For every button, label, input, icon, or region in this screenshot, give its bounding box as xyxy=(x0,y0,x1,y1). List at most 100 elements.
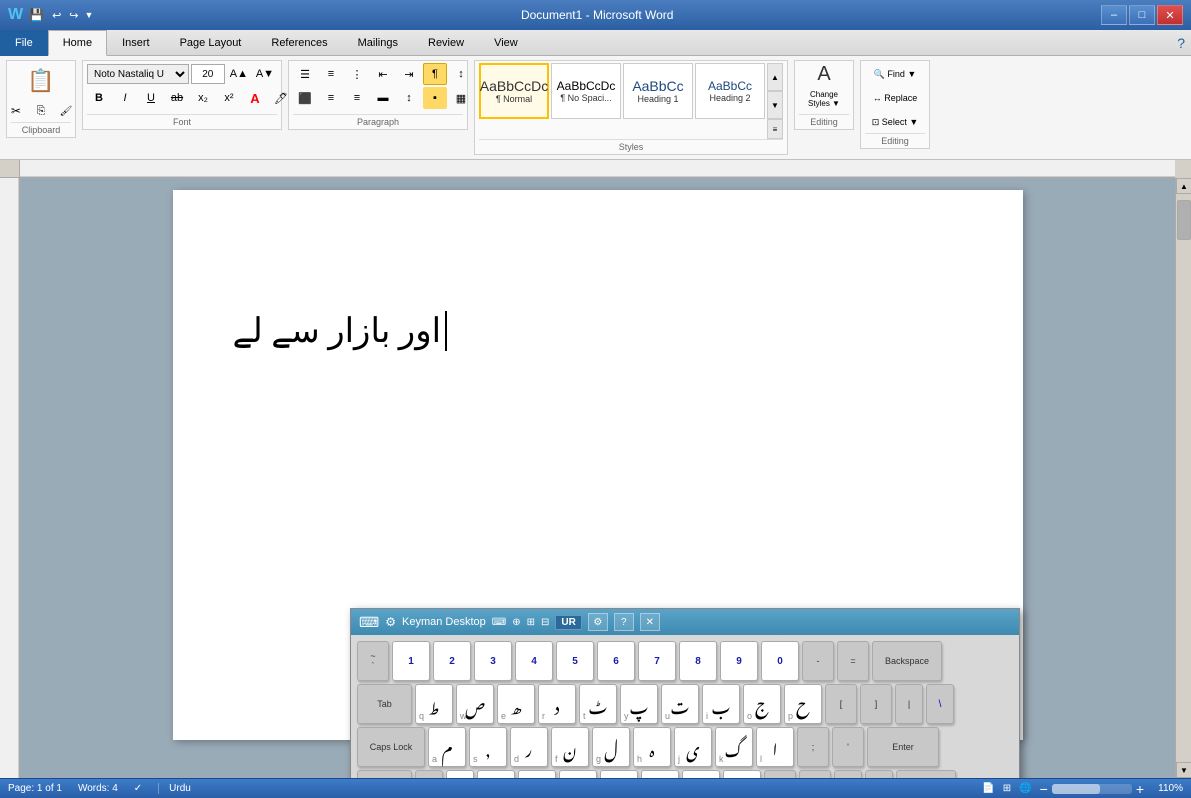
key-backslash3[interactable]: \ xyxy=(415,770,443,778)
minimize-button[interactable]: – xyxy=(1101,5,1127,25)
line-spacing-button[interactable]: ↕ xyxy=(397,87,421,109)
view-fullscreen-icon[interactable]: ⊞ xyxy=(1003,783,1011,794)
key-2[interactable]: 2 xyxy=(433,641,471,681)
justify-button[interactable]: ▬ xyxy=(371,87,395,109)
key-l[interactable]: ا l xyxy=(756,727,794,767)
key-7[interactable]: 7 xyxy=(638,641,676,681)
increase-font-button[interactable]: A▲ xyxy=(227,63,251,85)
maximize-button[interactable]: □ xyxy=(1129,5,1155,25)
key-minus[interactable]: - xyxy=(802,641,834,681)
style-heading1[interactable]: AaBbCc Heading 1 xyxy=(623,63,693,119)
key-capslock[interactable]: Caps Lock xyxy=(357,727,425,767)
styles-expand[interactable]: ≡ xyxy=(767,119,783,139)
close-button[interactable]: ✕ xyxy=(1157,5,1183,25)
language-badge[interactable]: UR xyxy=(555,615,581,630)
align-center-button[interactable]: ≡ xyxy=(319,87,343,109)
key-6[interactable]: 6 xyxy=(597,641,635,681)
underline-button[interactable]: U xyxy=(139,87,163,109)
keyman-icon3[interactable]: ⊞ xyxy=(527,617,535,628)
tab-page-layout[interactable]: Page Layout xyxy=(165,30,257,56)
keyman-title-bar[interactable]: ⌨ ⚙ Keyman Desktop ⌨ ⊕ ⊞ ⊟ UR ⚙ ? ✕ xyxy=(351,609,1019,635)
zoom-out-btn[interactable]: − xyxy=(1040,781,1048,797)
key-shift-right[interactable]: Shift xyxy=(896,770,956,778)
paste-button[interactable]: 📋 xyxy=(21,63,61,99)
document-scroll-area[interactable]: اور بازار سے لے ⌨ ⚙ Keyman Desktop ⌨ ⊕ ⊞… xyxy=(20,178,1175,778)
key-b[interactable]: ش b xyxy=(641,770,679,778)
key-f[interactable]: ن f xyxy=(551,727,589,767)
copy-button[interactable]: ⎘ xyxy=(29,100,53,122)
replace-button[interactable]: ↔ Replace xyxy=(865,87,925,109)
align-left-button[interactable]: ⬛ xyxy=(293,87,317,109)
tab-mailings[interactable]: Mailings xyxy=(343,30,413,56)
numbering-button[interactable]: ≡ xyxy=(319,63,343,85)
key-backslash4[interactable]: \ xyxy=(446,770,474,778)
key-e[interactable]: ھ e xyxy=(497,684,535,724)
key-y[interactable]: پ y xyxy=(620,684,658,724)
key-period[interactable]: . xyxy=(799,770,831,778)
key-backspace[interactable]: Backspace xyxy=(872,641,942,681)
italic-button[interactable]: I xyxy=(113,87,137,109)
zoom-slider[interactable] xyxy=(1052,784,1132,794)
cut-button[interactable]: ✂ xyxy=(4,100,28,122)
quick-access-redo[interactable]: ↪ xyxy=(67,9,80,22)
style-no-spacing[interactable]: AaBbCcDc ¶ No Spaci... xyxy=(551,63,621,119)
key-q[interactable]: ط q xyxy=(415,684,453,724)
key-x[interactable]: ف x xyxy=(518,770,556,778)
view-web-icon[interactable]: 🌐 xyxy=(1019,783,1031,794)
tab-insert[interactable]: Insert xyxy=(107,30,165,56)
key-g[interactable]: ل g xyxy=(592,727,630,767)
language-indicator[interactable]: Urdu xyxy=(158,783,191,794)
key-semicolon[interactable]: ; xyxy=(797,727,829,767)
keyman-icon1[interactable]: ⌨ xyxy=(492,617,506,628)
key-n[interactable]: غ n xyxy=(682,770,720,778)
key-backslash2[interactable]: \ xyxy=(926,684,954,724)
key-9[interactable]: 9 xyxy=(720,641,758,681)
view-print-icon[interactable]: 📄 xyxy=(982,783,994,794)
vertical-scrollbar[interactable]: ▲ ▼ xyxy=(1175,178,1191,778)
keyman-icon4[interactable]: ⊟ xyxy=(541,617,549,628)
key-d[interactable]: ر d xyxy=(510,727,548,767)
quick-access-undo[interactable]: ↩ xyxy=(50,9,63,22)
strikethrough-button[interactable]: ab xyxy=(165,87,189,109)
key-v[interactable]: س v xyxy=(600,770,638,778)
sort-button[interactable]: ↕ xyxy=(449,63,473,85)
bullets-button[interactable]: ☰ xyxy=(293,63,317,85)
keyman-settings-btn[interactable]: ⚙ xyxy=(588,613,608,631)
key-p[interactable]: ح p xyxy=(784,684,822,724)
key-0[interactable]: 0 xyxy=(761,641,799,681)
key-equals[interactable]: = xyxy=(837,641,869,681)
key-8[interactable]: 8 xyxy=(679,641,717,681)
key-4[interactable]: 4 xyxy=(515,641,553,681)
shading-button[interactable]: ▪ xyxy=(423,87,447,109)
superscript-button[interactable]: x² xyxy=(217,87,241,109)
keyman-close-btn[interactable]: ✕ xyxy=(640,613,660,631)
key-lbracket[interactable]: [ xyxy=(825,684,857,724)
font-size-input[interactable]: 20 xyxy=(191,64,225,84)
key-o[interactable]: ج o xyxy=(743,684,781,724)
key-i[interactable]: ب i xyxy=(702,684,740,724)
scroll-thumb[interactable] xyxy=(1177,200,1191,240)
key-r[interactable]: د r xyxy=(538,684,576,724)
key-tab[interactable]: Tab xyxy=(357,684,412,724)
styles-scroll-down[interactable]: ▼ xyxy=(767,91,783,119)
font-name-select[interactable]: Noto Nastaliq U xyxy=(87,64,189,84)
tab-home[interactable]: Home xyxy=(48,30,107,56)
multilevel-button[interactable]: ⋮ xyxy=(345,63,369,85)
key-u[interactable]: ت u xyxy=(661,684,699,724)
styles-scroll-up[interactable]: ▲ xyxy=(767,63,783,91)
key-quote[interactable]: ' xyxy=(832,727,864,767)
key-shift-left[interactable]: Shift xyxy=(357,770,412,778)
key-c[interactable]: ے c xyxy=(559,770,597,778)
key-backslash1[interactable]: | xyxy=(895,684,923,724)
bold-button[interactable]: B xyxy=(87,87,111,109)
document-text-area[interactable]: اور بازار سے لے xyxy=(233,310,923,351)
font-color-button[interactable]: A xyxy=(243,87,267,109)
tab-view[interactable]: View xyxy=(479,30,533,56)
decrease-indent-button[interactable]: ⇤ xyxy=(371,63,395,85)
change-styles-button[interactable]: Change Styles ▼ xyxy=(797,88,852,110)
key-s[interactable]: , s xyxy=(469,727,507,767)
increase-indent-button[interactable]: ⇥ xyxy=(397,63,421,85)
select-button[interactable]: ⊡ Select ▼ xyxy=(865,111,925,133)
key-w[interactable]: ص w xyxy=(456,684,494,724)
zoom-in-btn[interactable]: + xyxy=(1136,781,1144,797)
